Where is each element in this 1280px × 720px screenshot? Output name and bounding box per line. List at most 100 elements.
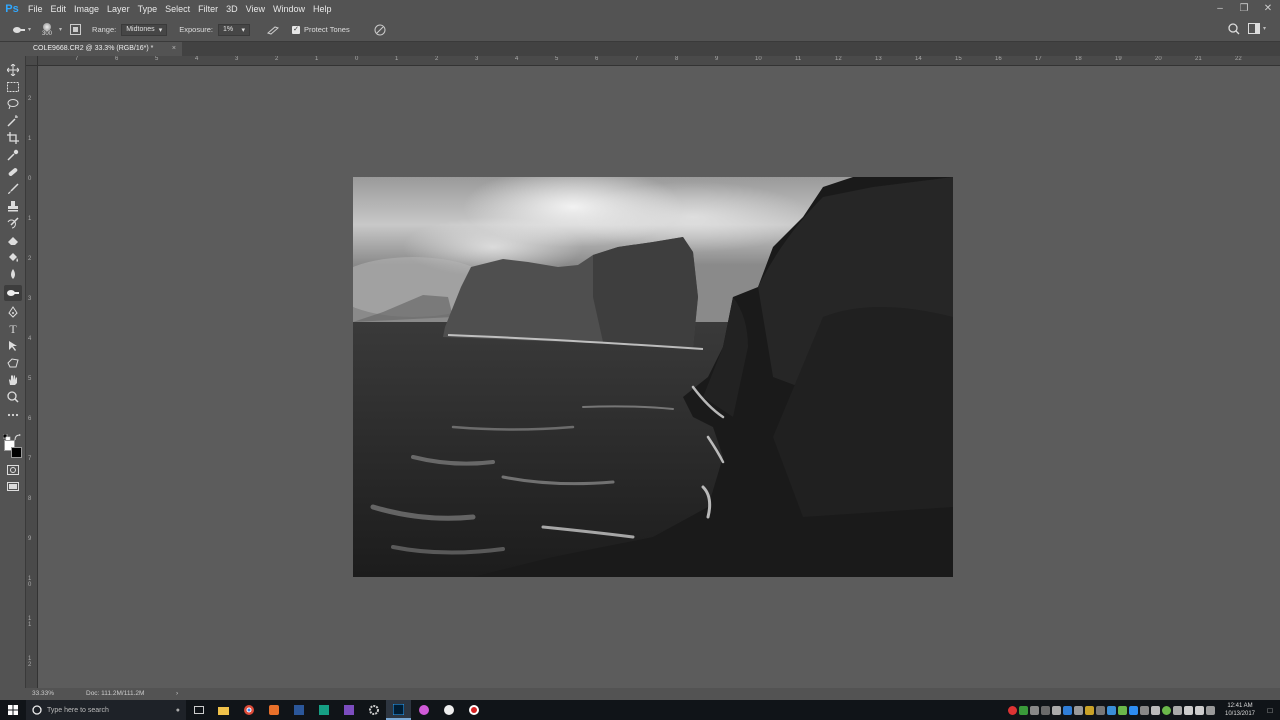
zoom-level[interactable]: 33.33% (32, 688, 54, 700)
range-select[interactable]: Midtones ▾ (121, 23, 168, 36)
paint-bucket-tool[interactable] (4, 249, 22, 265)
brush-settings-button[interactable] (68, 23, 82, 37)
menu-type[interactable]: Type (134, 0, 162, 18)
document-tab[interactable]: COLE9668.CR2 @ 33.3% (RGB/16*) * × (26, 42, 182, 56)
crop-tool[interactable] (4, 130, 22, 146)
tray-icon[interactable] (1162, 705, 1171, 715)
tray-icon[interactable] (1118, 705, 1127, 715)
photoshop-button[interactable] (386, 700, 411, 720)
publisher-button[interactable] (311, 700, 336, 720)
task-view-button[interactable] (186, 700, 211, 720)
protect-tones-label: Protect Tones (304, 25, 350, 34)
zoom-tool[interactable] (4, 389, 22, 405)
move-tool[interactable] (4, 62, 22, 78)
restore-button[interactable]: ❐ (1232, 0, 1256, 18)
clone-stamp-tool[interactable] (4, 198, 22, 214)
tray-icon[interactable] (1129, 705, 1138, 715)
marquee-tool[interactable] (4, 79, 22, 95)
menu-window[interactable]: Window (269, 0, 309, 18)
tray-cloud-icon[interactable] (1030, 705, 1039, 715)
tray-icon[interactable] (1085, 705, 1094, 715)
hand-tool[interactable] (4, 372, 22, 388)
start-button[interactable] (0, 700, 26, 720)
eraser-tool[interactable] (4, 232, 22, 248)
exposure-field[interactable]: 1% ▾ (218, 23, 250, 36)
magic-wand-tool[interactable] (4, 113, 22, 129)
tools-panel: T (0, 56, 26, 688)
tray-record-icon[interactable] (1008, 705, 1017, 715)
ruler-origin[interactable] (26, 56, 38, 66)
menu-edit[interactable]: Edit (47, 0, 71, 18)
quick-mask-button[interactable] (4, 462, 22, 478)
word-button[interactable] (286, 700, 311, 720)
type-tool[interactable]: T (4, 321, 22, 337)
canvas-area[interactable] (38, 66, 1280, 688)
tray-icon[interactable] (1074, 705, 1083, 715)
chrome-button[interactable] (236, 700, 261, 720)
ruler-v-label: 1 0 (28, 576, 32, 588)
network-icon[interactable] (1184, 705, 1193, 715)
swap-colors-button[interactable] (14, 428, 22, 441)
document-image[interactable] (353, 177, 953, 577)
close-button[interactable]: ✕ (1256, 0, 1280, 18)
brush-preset-picker[interactable]: 300 (37, 20, 57, 40)
path-selection-tool[interactable] (4, 338, 22, 354)
status-menu-arrow[interactable]: › (176, 688, 178, 700)
taskbar-search[interactable]: Type here to search ● (26, 700, 186, 720)
tray-icon[interactable] (1107, 705, 1116, 715)
tab-close-icon[interactable]: × (172, 42, 176, 56)
protect-tones-checkbox[interactable]: ✓ (292, 25, 300, 34)
tray-icon[interactable] (1151, 705, 1160, 715)
ruler-v-label: 9 (28, 536, 32, 542)
microphone-icon[interactable]: ● (176, 707, 180, 714)
action-center-button[interactable]: □ (1260, 706, 1280, 715)
itunes-button[interactable] (411, 700, 436, 720)
default-colors-button[interactable] (2, 428, 11, 442)
blur-tool[interactable] (4, 266, 22, 282)
menu-help[interactable]: Help (309, 0, 336, 18)
taskbar-clock[interactable]: 12:41 AM 10/13/2017 (1220, 702, 1260, 718)
menu-file[interactable]: File (24, 0, 47, 18)
history-brush-tool[interactable] (4, 215, 22, 231)
pen-tool[interactable] (4, 304, 22, 320)
tray-green-icon[interactable] (1019, 705, 1028, 715)
minimize-button[interactable]: – (1208, 0, 1232, 18)
brush-tool[interactable] (4, 181, 22, 197)
healing-brush-tool[interactable] (4, 164, 22, 180)
search-button[interactable] (1228, 23, 1240, 37)
background-color[interactable] (11, 447, 22, 458)
menu-layer[interactable]: Layer (103, 0, 134, 18)
menu-3d[interactable]: 3D (222, 0, 242, 18)
screen-mode-button[interactable] (4, 479, 22, 495)
settings-button[interactable] (361, 700, 386, 720)
lasso-tool[interactable] (4, 96, 22, 112)
tray-icon[interactable] (1041, 705, 1050, 715)
airbrush-button[interactable] (266, 23, 280, 37)
shape-tool[interactable] (4, 355, 22, 371)
onenote-button[interactable] (336, 700, 361, 720)
horizontal-ruler[interactable]: 7 6 5 4 3 2 1 0 1 2 3 4 5 6 7 8 9 10 11 12 13 14 15 16 17 18 19 20 2… (38, 56, 1280, 66)
tray-icon[interactable] (1173, 705, 1182, 715)
pressure-size-button[interactable] (373, 23, 387, 37)
file-explorer-button[interactable] (211, 700, 236, 720)
menu-select[interactable]: Select (161, 0, 194, 18)
record-button[interactable] (461, 700, 486, 720)
tray-battery-icon[interactable] (1052, 705, 1061, 715)
dodge-tool[interactable] (4, 285, 22, 301)
tray-icon[interactable] (1140, 705, 1149, 715)
menu-filter[interactable]: Filter (194, 0, 222, 18)
volume-icon[interactable] (1195, 705, 1204, 715)
uplay-button[interactable] (436, 700, 461, 720)
tray-icon[interactable] (1096, 705, 1105, 715)
protect-tones-toggle[interactable]: ✓ Protect Tones (292, 25, 355, 34)
eyedropper-tool[interactable] (4, 147, 22, 163)
workspace-switcher[interactable]: ▾ (1247, 23, 1266, 34)
vertical-ruler[interactable]: 2101234567891 01 11 2 (26, 66, 38, 688)
tray-dropbox-icon[interactable] (1063, 705, 1072, 715)
tool-preset-picker[interactable] (12, 25, 26, 35)
app-button[interactable] (261, 700, 286, 720)
more-tools[interactable] (4, 407, 22, 423)
menu-view[interactable]: View (242, 0, 269, 18)
pen-icon[interactable] (1206, 705, 1215, 715)
menu-image[interactable]: Image (70, 0, 103, 18)
